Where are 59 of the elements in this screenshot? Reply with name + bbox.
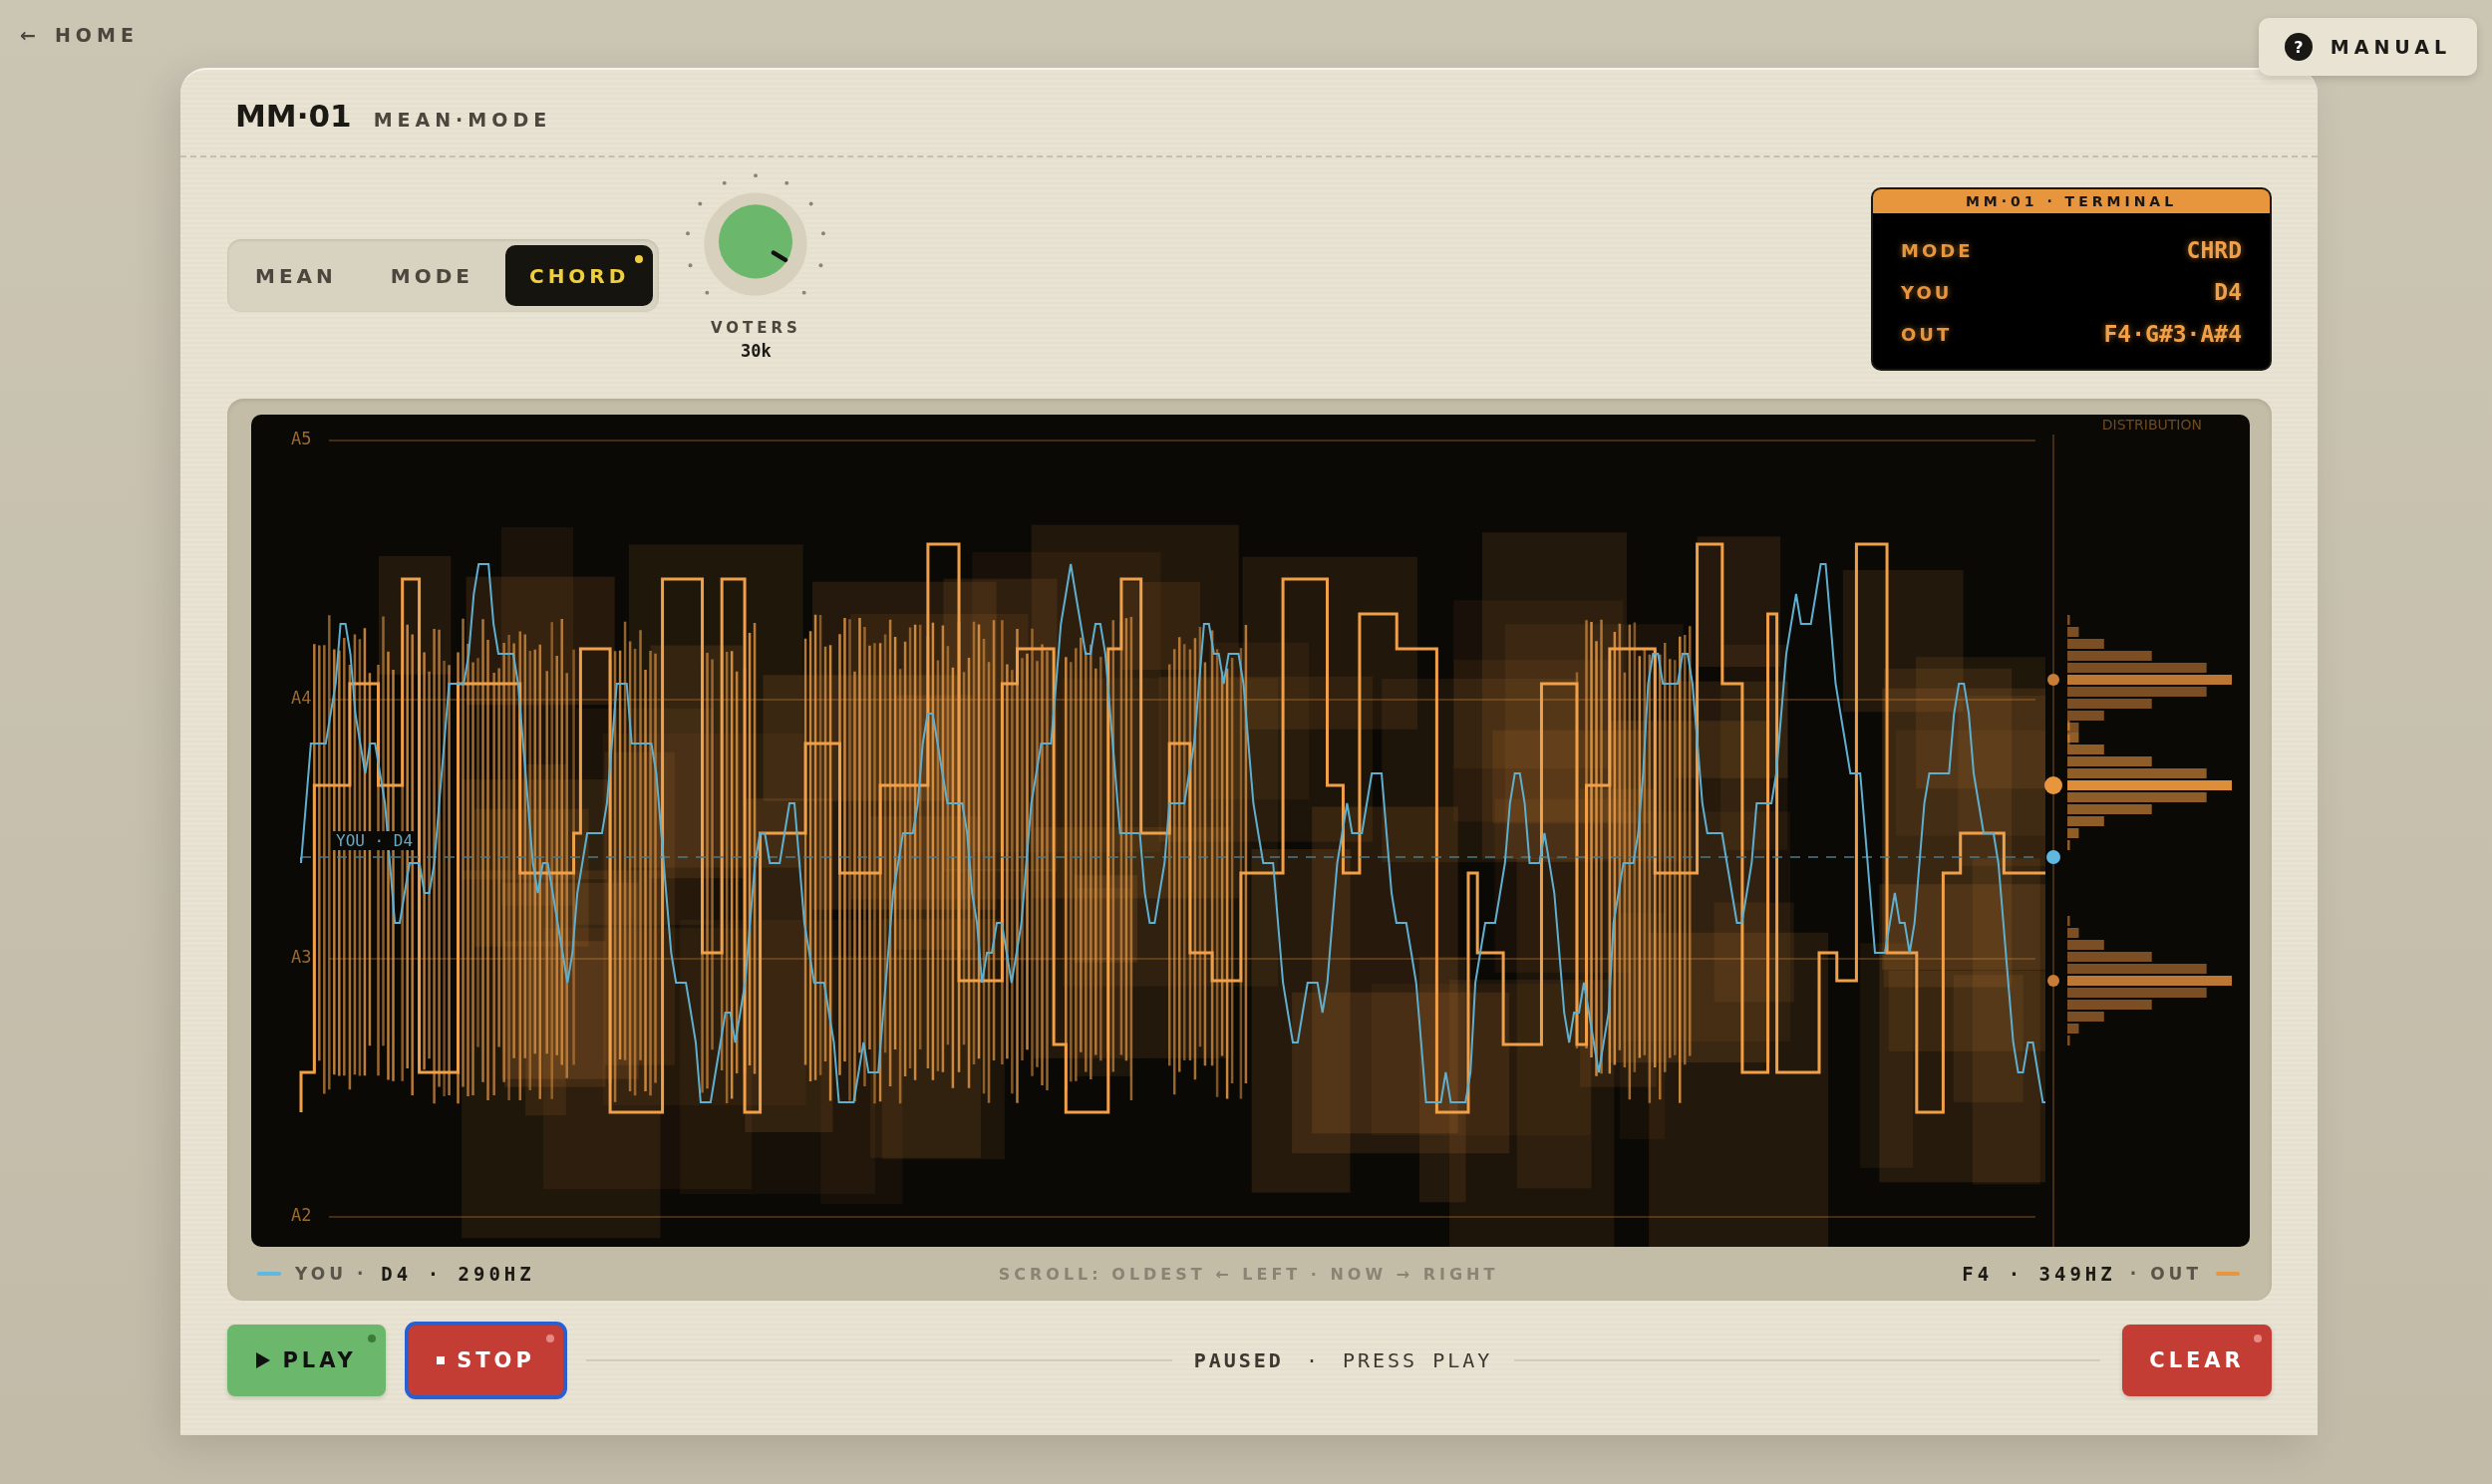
chord-note-dot <box>2044 776 2062 794</box>
histogram-bar <box>2067 940 2104 950</box>
terminal-value: F4·G#3·A#4 <box>2103 321 2242 347</box>
knob-value: 30k <box>741 341 772 361</box>
home-link[interactable]: ← HOME <box>20 24 139 46</box>
histogram-bar <box>2067 639 2104 649</box>
indicator-light <box>2254 1335 2262 1342</box>
device-subtitle: MEAN·MODE <box>373 109 552 131</box>
you-label: YOU · <box>295 1264 368 1284</box>
terminal-label: MODE <box>1901 239 1974 261</box>
histogram-bar <box>2067 1024 2079 1034</box>
mode-tab[interactable]: MODE <box>368 245 495 306</box>
back-arrow-icon: ← <box>20 24 41 46</box>
histogram-bar <box>2067 627 2079 637</box>
terminal-title: MM·01 · TERMINAL <box>1873 189 2270 213</box>
histogram-bar <box>2067 916 2070 926</box>
manual-button[interactable]: ? MANUAL <box>2258 18 2477 76</box>
status-separator: · <box>1305 1348 1321 1372</box>
terminal-label: YOU <box>1901 281 1953 303</box>
play-icon <box>256 1352 271 1368</box>
device-title: MM·01 <box>235 98 352 134</box>
status-state: PAUSED <box>1193 1348 1284 1372</box>
indicator-light <box>546 1335 554 1342</box>
axis-label: A2 <box>291 1205 312 1225</box>
terminal-value: CHRD <box>2186 237 2242 263</box>
axis-label: A3 <box>291 947 312 967</box>
stop-icon <box>437 1356 446 1364</box>
stop-button[interactable]: STOP <box>408 1325 564 1396</box>
scroll-hint: SCROLL: OLDEST ← LEFT · NOW → RIGHT <box>998 1264 1499 1284</box>
mode-tab[interactable]: CHORD <box>504 245 654 306</box>
knob-label: VOTERS <box>710 319 801 337</box>
status-hint: PRESS PLAY <box>1342 1348 1493 1372</box>
distribution-label: DISTRIBUTION <box>2101 417 2202 433</box>
terminal-label: OUT <box>1901 323 1953 345</box>
out-readout: F4 · 349HZ <box>1962 1263 2116 1285</box>
terminal-value: D4 <box>2214 279 2242 305</box>
indicator-light <box>368 1335 376 1342</box>
histogram-bar <box>2067 1012 2104 1022</box>
indicator-light <box>635 255 644 263</box>
mode-tab[interactable]: MEAN <box>233 245 359 306</box>
play-button[interactable]: PLAY <box>227 1325 386 1396</box>
clear-button[interactable]: CLEAR <box>2122 1325 2272 1396</box>
histogram-bar <box>2067 928 2079 938</box>
axis-label: A5 <box>291 429 312 448</box>
histogram-bar <box>2067 828 2079 838</box>
histogram-bar <box>2067 615 2070 625</box>
out-label: · OUT <box>2129 1264 2202 1284</box>
histogram-bar <box>2067 840 2070 850</box>
axis-label: A4 <box>291 688 312 708</box>
you-readout: D4 · 290HZ <box>381 1263 535 1285</box>
you-marker-label: YOU · D4 <box>333 831 417 850</box>
you-legend-swatch <box>257 1272 281 1276</box>
histogram-bar <box>2067 1036 2070 1045</box>
you-note-dot <box>2046 850 2060 864</box>
chord-note-dot <box>2047 975 2059 987</box>
histogram-bar <box>2067 816 2104 826</box>
chord-note-dot <box>2047 674 2059 686</box>
out-legend-swatch <box>2216 1272 2240 1276</box>
help-icon: ? <box>2284 33 2313 61</box>
